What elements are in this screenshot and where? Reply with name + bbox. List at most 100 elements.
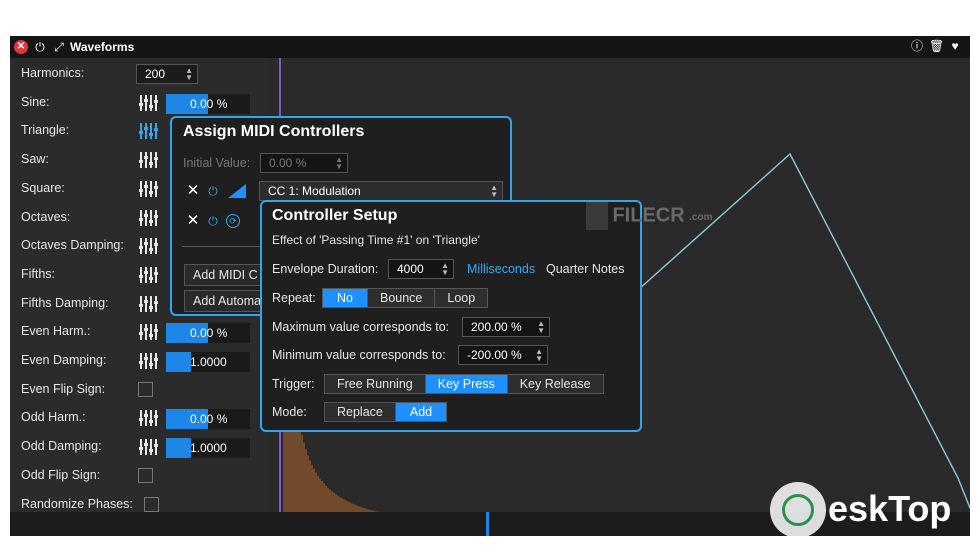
unit-quarter-notes[interactable]: Quarter Notes: [546, 262, 625, 276]
param-label: Triangle:: [21, 123, 70, 138]
min-value: -200.00 %: [467, 348, 522, 362]
param-label: Odd Harm.:: [21, 410, 86, 425]
filecr-logo-icon: [586, 202, 608, 230]
repeat-label: Repeat:: [272, 291, 316, 305]
param-label: Randomize Phases:: [21, 496, 133, 511]
unit-milliseconds[interactable]: Milliseconds: [467, 262, 535, 276]
max-value-label: Maximum value corresponds to:: [272, 320, 450, 334]
window-title: Waveforms: [70, 40, 135, 54]
divider: [182, 246, 272, 247]
power-toggle-icon[interactable]: ⏻: [206, 184, 220, 198]
min-value-label: Minimum value corresponds to:: [272, 348, 446, 362]
spinner-icon[interactable]: ▲ ▼: [185, 67, 193, 82]
param-row: Odd Flip Sign:: [10, 462, 268, 490]
initial-value: 0.00 %: [269, 156, 307, 170]
modulation-sliders-icon[interactable]: [138, 438, 158, 456]
remove-icon-2[interactable]: ✕: [186, 213, 200, 228]
repeat-no[interactable]: No: [323, 289, 368, 307]
expand-icon[interactable]: ⤢: [52, 40, 66, 54]
modulation-sliders-icon[interactable]: [138, 323, 158, 341]
param-label: Even Damping:: [21, 353, 107, 367]
trigger-free-running[interactable]: Free Running: [325, 375, 426, 393]
desktop-logo-ring: [782, 494, 814, 526]
initial-value-label: Initial Value:: [183, 156, 251, 170]
modulation-sliders-icon[interactable]: [138, 237, 158, 255]
param-value-bar[interactable]: 1.0000: [166, 352, 250, 372]
param-value: 0.00 %: [190, 326, 228, 341]
heart-icon[interactable]: ♥: [948, 39, 962, 53]
add-midi-button[interactable]: Add MIDI C: [184, 264, 270, 286]
param-label: Saw:: [21, 152, 49, 167]
trigger-segmented: Free Running Key Press Key Release: [324, 374, 604, 394]
remove-icon[interactable]: ✕: [186, 183, 200, 198]
modulation-sliders-icon[interactable]: [138, 352, 158, 370]
modulation-sliders-icon[interactable]: [138, 180, 158, 198]
curve-icon[interactable]: [226, 182, 248, 200]
param-value: 0.00 %: [190, 412, 228, 427]
mode-replace[interactable]: Replace: [325, 403, 396, 421]
param-value-bar[interactable]: 1.0000: [166, 438, 250, 459]
title-bar: ✕ ⏻ ⤢ Waveforms ⓘ 🗑 ♥: [10, 36, 970, 58]
param-label: Fifths:: [21, 266, 56, 281]
power-icon[interactable]: ⏻: [33, 40, 47, 54]
modulation-sliders-icon[interactable]: [138, 151, 158, 169]
filecr-watermark: FILECR .com: [586, 202, 712, 230]
param-row: Odd Damping: 1.0000: [10, 433, 268, 461]
min-value-field[interactable]: -200.00 % ▲ ▼: [458, 345, 548, 365]
mode-segmented: Replace Add: [324, 402, 448, 422]
param-row: Even Damping: 1.0000: [10, 347, 268, 375]
envelope-duration-field[interactable]: 4000 ▲ ▼: [388, 259, 454, 279]
harmonics-input[interactable]: 200 ▲ ▼: [136, 64, 198, 84]
param-label: Square:: [21, 180, 65, 195]
param-label: Octaves:: [21, 209, 71, 224]
param-value-fill: [166, 352, 192, 372]
initial-value-field[interactable]: 0.00 % ▲ ▼: [260, 153, 348, 173]
waveforms-window: ✕ ⏻ ⤢ Waveforms ⓘ 🗑 ♥ Harmonics: 200 ▲ ▼ Sin…: [10, 36, 970, 536]
cc-select[interactable]: CC 1: Modulation ▲ ▼: [259, 181, 503, 201]
repeat-bounce[interactable]: Bounce: [367, 289, 436, 307]
modulation-sliders-icon[interactable]: [138, 209, 158, 227]
modulation-sliders-icon[interactable]: [138, 266, 158, 284]
param-value-bar[interactable]: 0.00 %: [166, 323, 250, 344]
param-row: Harmonics: 200 ▲ ▼: [10, 60, 268, 88]
param-checkbox[interactable]: [138, 467, 153, 483]
power-toggle-icon-2[interactable]: ⏻: [206, 214, 220, 228]
param-label: Octaves Damping:: [21, 238, 124, 253]
close-icon[interactable]: ✕: [14, 40, 28, 54]
filecr-text: FILECR: [612, 204, 685, 227]
filecr-sub: .com: [689, 212, 713, 224]
param-value: 1.0000: [190, 441, 227, 456]
param-value-bar[interactable]: 0.00 %: [166, 409, 250, 430]
param-label: Odd Flip Sign:: [21, 467, 101, 482]
setup-title: Controller Setup: [272, 207, 398, 224]
trash-icon[interactable]: 🗑: [929, 39, 944, 53]
param-label: Sine:: [21, 94, 50, 109]
info-icon[interactable]: ⓘ: [910, 39, 924, 53]
mode-add[interactable]: Add: [395, 403, 447, 421]
modulation-sliders-icon[interactable]: [138, 409, 158, 427]
param-checkbox[interactable]: [144, 496, 159, 512]
max-value-field[interactable]: 200.00 % ▲ ▼: [462, 317, 550, 337]
param-row: Even Flip Sign:: [10, 376, 268, 404]
repeat-loop[interactable]: Loop: [435, 289, 488, 307]
param-checkbox[interactable]: [138, 381, 153, 397]
param-row: Odd Harm.: 0.00 %: [10, 404, 268, 432]
modulation-sliders-icon[interactable]: [138, 94, 158, 112]
repeat-segmented: No Bounce Loop: [322, 288, 489, 308]
trigger-label: Trigger:: [272, 377, 315, 391]
clock-icon[interactable]: ⟳: [226, 214, 240, 228]
cc-select-value: CC 1: Modulation: [268, 184, 361, 198]
param-value: 1.0000: [190, 355, 227, 369]
trigger-key-press[interactable]: Key Press: [425, 375, 508, 393]
trigger-key-release[interactable]: Key Release: [507, 375, 603, 393]
harmonics-value: 200: [145, 67, 166, 81]
modulation-sliders-icon[interactable]: [138, 295, 158, 313]
param-row: Sine: 0.00 %: [10, 89, 268, 117]
add-automation-button[interactable]: Add Automa: [184, 290, 270, 312]
param-label: Fifths Damping:: [21, 295, 109, 310]
param-label: Odd Damping:: [21, 439, 102, 454]
modulation-sliders-icon[interactable]: [138, 122, 158, 140]
param-label: Harmonics:: [21, 66, 85, 80]
param-value-bar[interactable]: 0.00 %: [166, 93, 250, 114]
desktop-text: eskTop: [828, 488, 952, 529]
